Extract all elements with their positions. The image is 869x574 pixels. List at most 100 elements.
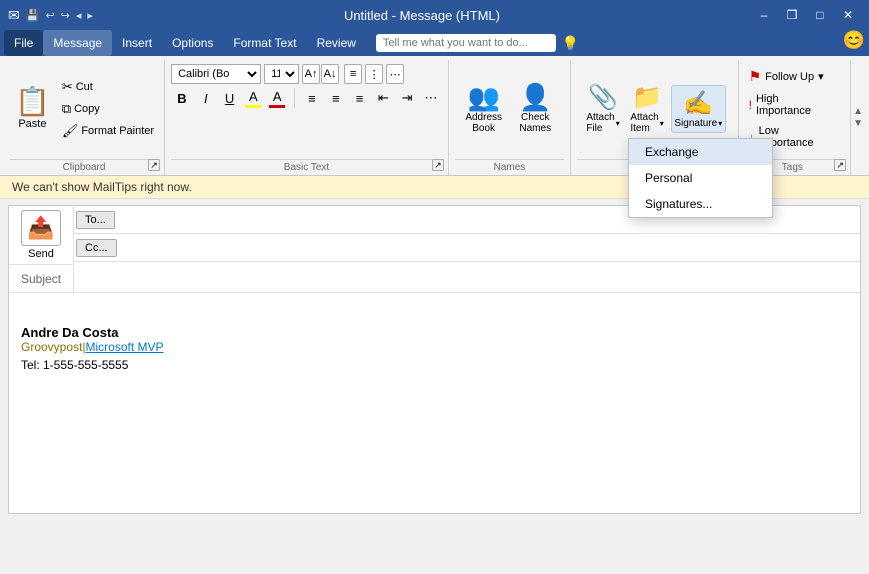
minimize-button[interactable]: – bbox=[751, 4, 777, 26]
close-button[interactable]: ✕ bbox=[835, 4, 861, 26]
basic-text-expand[interactable]: ↗ bbox=[432, 159, 444, 171]
align-center-button[interactable]: ≡ bbox=[325, 87, 347, 109]
menu-file[interactable]: File bbox=[4, 30, 43, 56]
address-book-label: AddressBook bbox=[465, 112, 502, 134]
align-right-button[interactable]: ≡ bbox=[349, 87, 371, 109]
high-importance-button[interactable]: ! High Importance bbox=[745, 91, 841, 119]
check-names-label: CheckNames bbox=[519, 112, 551, 134]
follow-up-button[interactable]: ⚑ Follow Up ▾ bbox=[745, 66, 828, 87]
cut-button[interactable]: ✂ Cut bbox=[58, 77, 158, 97]
signature-mvp[interactable]: Microsoft MVP bbox=[85, 340, 163, 354]
ribbon-scroll-down[interactable]: ▼ bbox=[853, 118, 863, 130]
signature-arrow: ▾ bbox=[718, 119, 722, 128]
format-painter-label: Format Painter bbox=[81, 125, 154, 137]
decrease-font-button[interactable]: A↓ bbox=[321, 64, 339, 84]
notification-bar: We can't show MailTips right now. bbox=[0, 176, 869, 199]
menu-review[interactable]: Review bbox=[307, 30, 366, 56]
paste-button[interactable]: 📋 Paste bbox=[10, 79, 55, 139]
attach-item-button[interactable]: 📁 AttachItem ▾ bbox=[627, 80, 667, 137]
tags-expand[interactable]: ↗ bbox=[834, 159, 846, 171]
follow-up-flag-icon: ⚑ bbox=[749, 68, 762, 85]
tags-group: ⚑ Follow Up ▾ ! High Importance ↓ Low Im… bbox=[739, 60, 852, 175]
font-row: Calibri (Bo 11 A↑ A↓ ≡ ⋮ ⋯ bbox=[171, 64, 442, 84]
cut-label: Cut bbox=[76, 81, 93, 93]
indent-increase-button[interactable]: ⇥ bbox=[396, 87, 418, 109]
font-color-icon: A bbox=[273, 89, 282, 104]
clipboard-expand[interactable]: ↗ bbox=[148, 159, 160, 171]
address-book-button[interactable]: 👥 AddressBook bbox=[461, 81, 507, 137]
email-header: 📤 Send To... Cc... Subject bbox=[9, 206, 860, 293]
to-button[interactable]: To... bbox=[76, 211, 115, 229]
more-text-button[interactable]: ⋯ bbox=[386, 64, 404, 84]
copy-icon: ⧉ bbox=[62, 101, 71, 117]
redo-icon[interactable]: ↪ bbox=[61, 9, 70, 22]
numbering-button[interactable]: ⋮ bbox=[365, 64, 383, 84]
indent-decrease-button[interactable]: ⇤ bbox=[372, 87, 394, 109]
signature-company: Groovypost bbox=[21, 340, 82, 354]
save-icon[interactable]: 💾 bbox=[26, 9, 40, 22]
copy-button[interactable]: ⧉ Copy bbox=[58, 99, 158, 119]
ribbon-scroll: ▲ ▼ bbox=[851, 60, 865, 175]
clipboard-content: 📋 Paste ✂ Cut ⧉ Copy 🖌 Format Painter bbox=[10, 60, 158, 157]
align-left-button[interactable]: ≡ bbox=[301, 87, 323, 109]
window-controls: – ❒ □ ✕ bbox=[751, 4, 861, 26]
separator bbox=[294, 88, 295, 108]
italic-button[interactable]: I bbox=[195, 87, 217, 109]
high-importance-label: High Importance bbox=[756, 93, 836, 117]
menu-options[interactable]: Options bbox=[162, 30, 223, 56]
to-input[interactable] bbox=[117, 207, 860, 233]
clipboard-label: Clipboard bbox=[10, 159, 158, 175]
window-title: Untitled - Message (HTML) bbox=[93, 8, 751, 23]
restore-button[interactable]: ❒ bbox=[779, 4, 805, 26]
attach-file-button[interactable]: 📎 AttachFile ▾ bbox=[583, 80, 623, 137]
notification-text: We can't show MailTips right now. bbox=[12, 180, 192, 194]
font-size-select[interactable]: 11 bbox=[264, 64, 299, 84]
undo-icon[interactable]: ↩ bbox=[45, 9, 54, 22]
attach-file-label: AttachFile bbox=[586, 112, 614, 134]
check-names-button[interactable]: 👤 CheckNames bbox=[512, 81, 558, 137]
attach-item-icon: 📁 bbox=[632, 83, 662, 112]
format-painter-button[interactable]: 🖌 Format Painter bbox=[58, 121, 158, 141]
send-button[interactable]: 📤 bbox=[21, 210, 61, 246]
email-body[interactable]: Andre Da Costa Groovypost | Microsoft MV… bbox=[9, 293, 860, 513]
include-content: 📎 AttachFile ▾ 📁 AttachItem ▾ ✍ Signatur… bbox=[577, 60, 732, 157]
increase-font-button[interactable]: A↑ bbox=[302, 64, 320, 84]
ribbon-scroll-up[interactable]: ▲ bbox=[853, 106, 863, 118]
subject-label: Subject bbox=[9, 272, 73, 286]
basic-text-label: Basic Text bbox=[171, 159, 442, 175]
signature-tel: Tel: 1-555-555-5555 bbox=[21, 358, 848, 372]
cc-input[interactable] bbox=[119, 235, 860, 261]
attach-file-arrow: ▾ bbox=[616, 119, 620, 128]
bullets-button[interactable]: ≡ bbox=[344, 64, 362, 84]
clipboard-small-btns: ✂ Cut ⧉ Copy 🖌 Format Painter bbox=[58, 77, 158, 141]
low-importance-button[interactable]: ↓ Low Importance bbox=[745, 123, 841, 151]
check-names-icon: 👤 bbox=[519, 84, 551, 110]
menu-format-text[interactable]: Format Text bbox=[223, 30, 306, 56]
app-icon: ✉ bbox=[8, 7, 20, 24]
menu-insert[interactable]: Insert bbox=[112, 30, 162, 56]
format-row: B I U A A ≡ ≡ ≡ bbox=[171, 87, 442, 109]
smiley-icon: 😊 bbox=[843, 30, 865, 56]
follow-up-label: Follow Up bbox=[765, 71, 814, 83]
tags-label: Tags bbox=[745, 159, 841, 175]
highlight-button[interactable]: A bbox=[242, 87, 264, 109]
signature-name: Andre Da Costa bbox=[21, 325, 848, 340]
menu-message[interactable]: Message bbox=[43, 30, 112, 56]
nav-back-icon[interactable]: ◂ bbox=[76, 9, 82, 22]
email-container: 📤 Send To... Cc... Subject Andre Da Cost… bbox=[8, 205, 861, 514]
resize-button[interactable]: □ bbox=[807, 4, 833, 26]
subject-input[interactable] bbox=[73, 266, 860, 292]
signature-button[interactable]: ✍ Signature ▾ bbox=[671, 85, 726, 133]
underline-button[interactable]: U bbox=[219, 87, 241, 109]
font-color-button[interactable]: A bbox=[266, 87, 288, 109]
low-importance-icon: ↓ bbox=[749, 130, 755, 144]
search-input[interactable] bbox=[376, 34, 556, 52]
cc-button[interactable]: Cc... bbox=[76, 239, 117, 257]
more-paragraph-button[interactable]: ⋯ bbox=[420, 87, 442, 109]
paste-label: Paste bbox=[18, 118, 46, 130]
names-content: 👥 AddressBook 👤 CheckNames bbox=[455, 60, 564, 157]
bold-button[interactable]: B bbox=[171, 87, 193, 109]
signature-label: Signature bbox=[674, 118, 717, 129]
font-family-select[interactable]: Calibri (Bo bbox=[171, 64, 261, 84]
lightbulb-icon: 💡 bbox=[562, 35, 579, 52]
